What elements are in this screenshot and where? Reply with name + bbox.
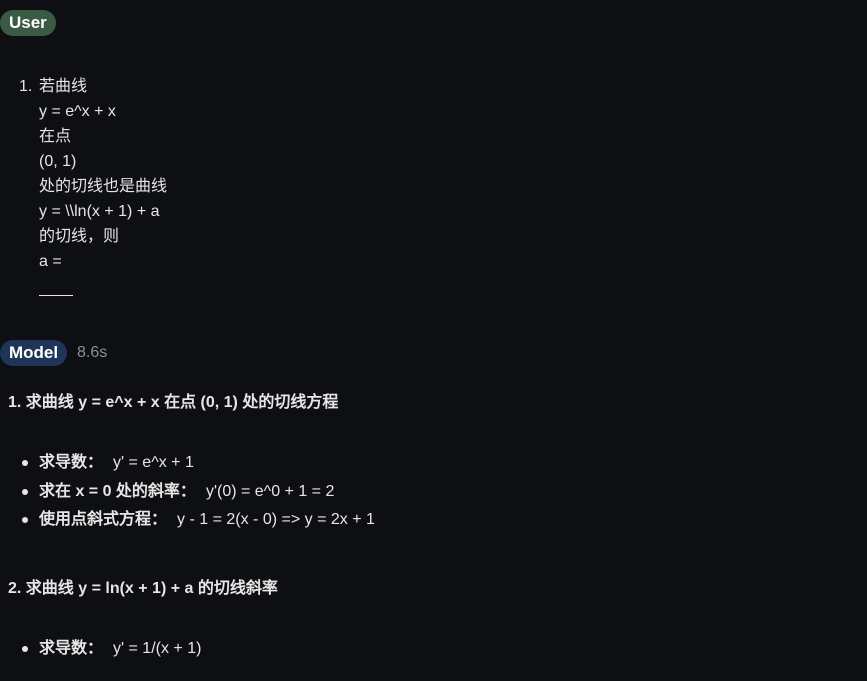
- user-badge: User: [0, 10, 56, 36]
- list-number: 1.: [19, 78, 33, 95]
- response-time: 8.6s: [77, 344, 108, 361]
- step-label: 求导数：: [39, 454, 104, 471]
- step-list: 求导数： y' = 1/(x + 1): [0, 638, 201, 667]
- message-line: 的切线，则: [39, 228, 120, 245]
- step-label: 求在 x = 0 处的斜率：: [39, 482, 196, 500]
- step-list: 求导数： y' = e^x + 1 求在 x = 0 处的斜率： y'(0) = e…: [0, 452, 375, 538]
- list-item: 使用点斜式方程： y - 1 = 2(x - 0) => y = 2x + 1: [0, 509, 375, 538]
- message-line: y = \\ln(x + 1) + a: [39, 203, 160, 220]
- section-heading: 1. 求曲线 y = e^x + x 在点 (0, 1) 处的切线方程: [8, 394, 339, 411]
- bullet-icon: [22, 646, 28, 652]
- message-line: y = e^x + x: [39, 103, 116, 120]
- step-label: 使用点斜式方程：: [39, 511, 168, 528]
- step-label: 求导数：: [39, 640, 104, 657]
- bullet-icon: [22, 460, 28, 466]
- step-value: y' = 1/(x + 1): [113, 640, 202, 657]
- step-value: y - 1 = 2(x - 0) => y = 2x + 1: [177, 511, 375, 528]
- message-line: 若曲线: [39, 78, 88, 95]
- model-badge: Model: [0, 340, 68, 366]
- bullet-icon: [22, 517, 28, 523]
- message-line: 在点: [39, 128, 72, 145]
- list-item: 求导数： y' = e^x + 1: [0, 452, 375, 481]
- user-message: 1. 若曲线 y = e^x + x 在点 (0, 1) 处的切线也是曲线 y …: [19, 74, 167, 310]
- message-line: a =: [39, 253, 62, 270]
- message-line: 处的切线也是曲线: [39, 178, 168, 195]
- bullet-icon: [22, 488, 28, 495]
- list-item: 求在 x = 0 处的斜率： y'(0) = e^0 + 1 = 2: [0, 481, 375, 510]
- message-line: (0, 1): [39, 153, 77, 170]
- step-value: y' = e^x + 1: [113, 454, 194, 471]
- list-item: 求导数： y' = 1/(x + 1): [0, 638, 201, 667]
- section-heading: 2. 求曲线 y = ln(x + 1) + a 的切线斜率: [8, 580, 278, 597]
- step-value: y'(0) = e^0 + 1 = 2: [205, 482, 335, 500]
- answer-blank: [39, 274, 167, 310]
- user-message-lines: 若曲线 y = e^x + x 在点 (0, 1) 处的切线也是曲线 y = \…: [39, 74, 167, 310]
